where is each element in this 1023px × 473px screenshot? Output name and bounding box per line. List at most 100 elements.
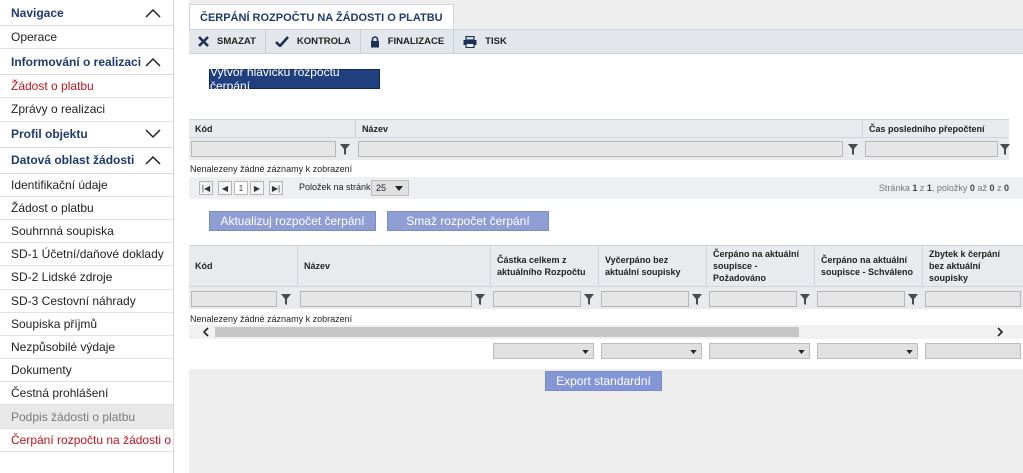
- current-page[interactable]: 1: [234, 181, 248, 195]
- caret-down-icon: [395, 185, 404, 191]
- sidebar-item-zadost-o-platbu[interactable]: Žádost o platbu: [0, 75, 173, 99]
- filter-icon[interactable]: [475, 294, 485, 305]
- sidebar: Navigace Operace Informování o realizaci…: [0, 0, 174, 473]
- chevron-up-icon: [145, 156, 161, 165]
- sidebar-item-operace[interactable]: Operace: [0, 26, 173, 50]
- caret-down-icon: [582, 350, 589, 354]
- grid2-no-records: Nenalezeny žádné záznamy k zobrazení: [190, 314, 353, 324]
- filter-icon[interactable]: [692, 294, 702, 305]
- scrollbar-thumb[interactable]: [215, 327, 799, 337]
- filter-input-schvaleno[interactable]: [817, 291, 905, 307]
- filter-input-kod[interactable]: [191, 291, 277, 307]
- per-page-select[interactable]: 25: [371, 180, 409, 196]
- sidebar-item-identifikacni[interactable]: Identifikační údaje: [0, 174, 173, 197]
- filter-input-vycerpano[interactable]: [601, 291, 689, 307]
- filter-icon[interactable]: [281, 294, 291, 305]
- column-header-castka[interactable]: Částka celkem z aktuálního Rozpočtu: [491, 246, 599, 286]
- sidebar-item-dokumenty[interactable]: Dokumenty: [0, 359, 173, 383]
- column-header-schvaleno[interactable]: Čerpáno na aktuální soupisce - Schváleno: [815, 246, 923, 286]
- first-page-button[interactable]: |◀: [199, 181, 213, 195]
- sidebar-item-sd2[interactable]: SD-2 Lidské zdroje: [0, 266, 173, 290]
- last-page-button[interactable]: ▶|: [269, 181, 283, 195]
- toolbar: SMAZAT KONTROLA FINALIZACE TISK: [189, 29, 1023, 54]
- filter-input-cas[interactable]: [865, 141, 998, 157]
- sidebar-item-souhrnna[interactable]: Souhrnná soupiska: [0, 220, 173, 244]
- section-label: Datová oblast žádosti: [11, 153, 135, 168]
- grid1-pager: |◀ ◀ 1 ▶ ▶| Položek na stránku 25 Stránk…: [189, 177, 1023, 199]
- footer-select-castka[interactable]: [493, 343, 594, 359]
- filter-input-nazev[interactable]: [358, 141, 843, 157]
- column-header-cas[interactable]: Čas posledního přepočtení: [863, 120, 1009, 137]
- check-button[interactable]: KONTROLA: [266, 29, 361, 54]
- filter-input-castka[interactable]: [493, 291, 581, 307]
- column-header-pozadovano[interactable]: Čerpáno na aktuální soupisce - Požadován…: [707, 246, 815, 286]
- column-header-vycerpano[interactable]: Vyčerpáno bez aktuální soupisky: [599, 246, 707, 286]
- chevron-up-icon: [145, 57, 161, 67]
- pager-status: Stránka 1 z 1, položky 0 až 0 z 0: [878, 183, 1009, 193]
- export-standard-button[interactable]: Export standardní: [545, 371, 662, 391]
- footer-select-vycerpano[interactable]: [601, 343, 702, 359]
- sidebar-item-cerpani[interactable]: Čerpání rozpočtu na žádosti o platbu: [0, 429, 173, 452]
- section-label: Navigace: [11, 5, 64, 20]
- sidebar-item-sd1[interactable]: SD-1 Účetní/daňové doklady: [0, 243, 173, 267]
- content-panel: SMAZAT KONTROLA FINALIZACE TISK Vytvoř h…: [189, 29, 1023, 369]
- delete-button[interactable]: SMAZAT: [189, 29, 266, 54]
- per-page-label: Položek na stránku: [299, 182, 376, 192]
- check-label: KONTROLA: [296, 36, 351, 47]
- sidebar-section-datova-oblast[interactable]: Datová oblast žádosti: [0, 148, 173, 174]
- update-budget-button[interactable]: Aktualizuj rozpočet čerpání: [209, 211, 376, 231]
- create-header-button[interactable]: Vytvoř hlavičku rozpočtu čerpání: [209, 65, 380, 93]
- footer-select-pozadovano[interactable]: [709, 343, 810, 359]
- scroll-right-icon[interactable]: [995, 327, 1005, 337]
- sidebar-item-podpis: Podpis žádosti o platbu: [0, 405, 173, 429]
- column-header-zbytek[interactable]: Zbytek k čerpání bez aktuální soupisky: [923, 246, 1023, 286]
- sidebar-item-cestna[interactable]: Čestná prohlášení: [0, 382, 173, 406]
- horizontal-scrollbar[interactable]: [189, 325, 1023, 339]
- caret-down-icon: [798, 350, 805, 354]
- filter-input-kod[interactable]: [191, 141, 336, 157]
- filter-input-pozadovano[interactable]: [709, 291, 797, 307]
- printer-icon: [463, 35, 477, 48]
- lock-icon: [370, 35, 379, 47]
- filter-icon[interactable]: [584, 294, 594, 305]
- prev-page-button[interactable]: ◀: [218, 181, 232, 195]
- sidebar-section-profil[interactable]: Profil objektu: [0, 122, 173, 148]
- grid1-filter-row: [189, 138, 1010, 160]
- tab-cerpani-rozpoctu[interactable]: ČERPÁNÍ ROZPOČTU NA ŽÁDOSTI O PLATBU: [189, 4, 454, 30]
- filter-icon[interactable]: [1000, 144, 1010, 155]
- sidebar-item-zadost[interactable]: Žádost o platbu: [0, 197, 173, 220]
- grid2-header: Kód Název Částka celkem z aktuálního Roz…: [189, 245, 1023, 287]
- per-page-value: 25: [376, 183, 387, 193]
- sidebar-section-navigace[interactable]: Navigace: [0, 0, 173, 26]
- sidebar-section-informovani[interactable]: Informování o realizaci: [0, 49, 173, 76]
- print-button[interactable]: TISK: [454, 30, 516, 54]
- caret-down-icon: [906, 350, 913, 354]
- grid1-header: Kód Název Čas posledního přepočtení: [189, 119, 1009, 138]
- sidebar-item-soupiska-prijmu[interactable]: Soupiska příjmů: [0, 313, 173, 336]
- column-header-kod[interactable]: Kód: [189, 120, 356, 137]
- filter-icon[interactable]: [800, 294, 810, 305]
- filter-icon[interactable]: [908, 294, 918, 305]
- column-header-nazev[interactable]: Název: [298, 246, 491, 286]
- grid1-no-records: Nenalezeny žádné záznamy k zobrazení: [190, 164, 353, 174]
- main-area: ČERPÁNÍ ROZPOČTU NA ŽÁDOSTI O PLATBU SMA…: [189, 0, 1023, 473]
- filter-input-nazev[interactable]: [300, 291, 472, 307]
- filter-input-zbytek[interactable]: [925, 291, 1021, 307]
- filter-icon[interactable]: [340, 144, 350, 155]
- sidebar-item-nezpusobile[interactable]: Nezpůsobilé výdaje: [0, 336, 173, 360]
- delete-budget-button[interactable]: Smaž rozpočet čerpání: [387, 211, 549, 231]
- sidebar-item-sd3[interactable]: SD-3 Cestovní náhrady: [0, 290, 173, 313]
- close-icon: [198, 36, 209, 47]
- sidebar-item-zpravy[interactable]: Zprávy o realizaci: [0, 98, 173, 122]
- next-page-button[interactable]: ▶: [250, 181, 264, 195]
- checkmark-icon: [274, 36, 289, 47]
- filter-icon[interactable]: [848, 144, 858, 155]
- scroll-left-icon[interactable]: [201, 327, 211, 337]
- footer-select-zbytek[interactable]: [925, 343, 1021, 359]
- finalize-button[interactable]: FINALIZACE: [361, 29, 455, 54]
- chevron-down-icon: [145, 129, 161, 139]
- column-header-nazev[interactable]: Název: [356, 120, 863, 137]
- footer-select-schvaleno[interactable]: [817, 343, 918, 359]
- column-header-kod[interactable]: Kód: [189, 246, 298, 286]
- caret-down-icon: [690, 350, 697, 354]
